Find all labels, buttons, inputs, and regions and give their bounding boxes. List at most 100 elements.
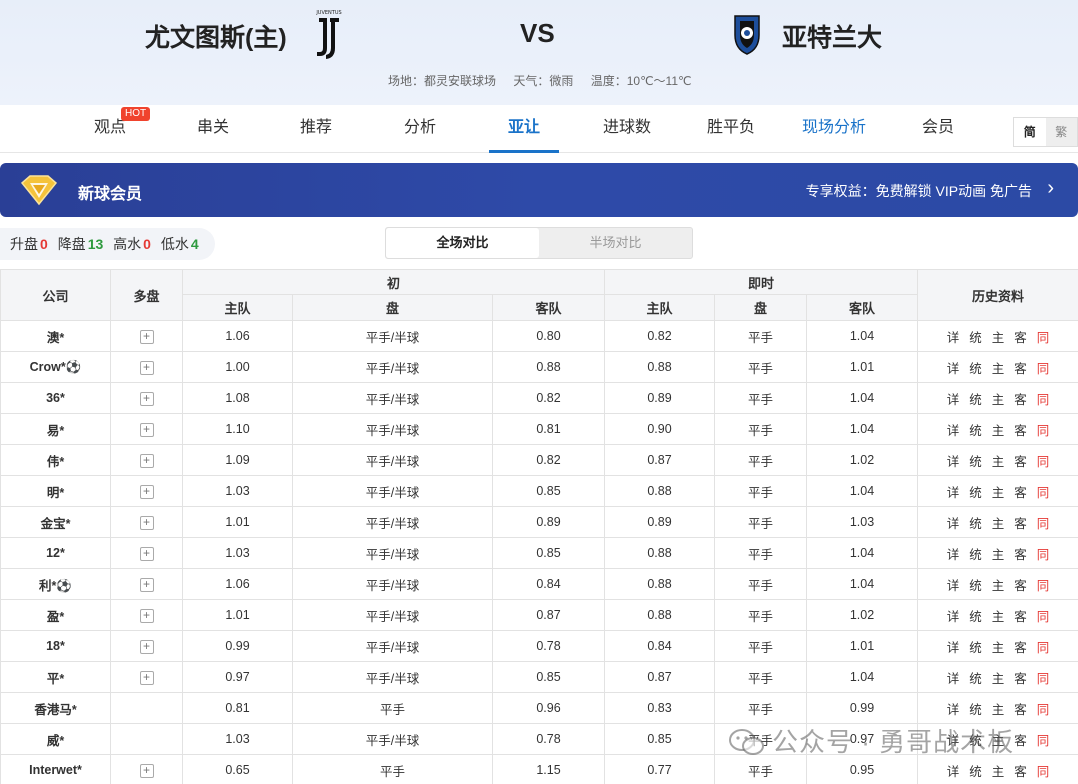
history-same-link[interactable]: 同 xyxy=(1037,606,1050,625)
company-cell[interactable]: 36* xyxy=(0,382,111,414)
history-home-link[interactable]: 主 xyxy=(992,513,1005,532)
half-time-compare-button[interactable]: 半场对比 xyxy=(539,228,692,258)
lang-traditional-button[interactable]: 繁 xyxy=(1045,118,1077,146)
tab-live-analysis[interactable]: 现场分析 xyxy=(794,105,874,153)
history-same-link[interactable]: 同 xyxy=(1037,575,1050,594)
history-stats-link[interactable]: 统 xyxy=(969,482,982,501)
company-cell[interactable]: 金宝* xyxy=(0,506,111,538)
history-stats-link[interactable]: 统 xyxy=(969,420,982,439)
history-stats-link[interactable]: 统 xyxy=(969,637,982,656)
history-away-link[interactable]: 客 xyxy=(1014,482,1027,501)
history-same-link[interactable]: 同 xyxy=(1037,699,1050,718)
company-cell[interactable]: 威* xyxy=(0,723,111,755)
expand-plus-icon[interactable]: + xyxy=(139,639,154,654)
tab-goals[interactable]: 进球数 xyxy=(592,105,662,153)
tab-member[interactable]: 会员 xyxy=(908,105,968,153)
vip-banner[interactable]: 新球会员 专享权益：免费解锁 VIP动画 免广告 › xyxy=(0,163,1078,217)
history-away-link[interactable]: 客 xyxy=(1014,451,1027,470)
company-cell[interactable]: Crow*⚽ xyxy=(0,351,111,383)
history-same-link[interactable]: 同 xyxy=(1037,544,1050,563)
expand-plus-icon[interactable]: + xyxy=(139,670,154,685)
history-detail-link[interactable]: 详 xyxy=(947,358,960,377)
history-same-link[interactable]: 同 xyxy=(1037,761,1050,780)
history-home-link[interactable]: 主 xyxy=(992,482,1005,501)
history-detail-link[interactable]: 详 xyxy=(947,327,960,346)
company-cell[interactable]: 利*⚽ xyxy=(0,568,111,600)
history-stats-link[interactable]: 统 xyxy=(969,451,982,470)
company-cell[interactable]: 明* xyxy=(0,475,111,507)
history-detail-link[interactable]: 详 xyxy=(947,420,960,439)
history-home-link[interactable]: 主 xyxy=(992,327,1005,346)
history-away-link[interactable]: 客 xyxy=(1014,730,1027,749)
history-stats-link[interactable]: 统 xyxy=(969,761,982,780)
history-detail-link[interactable]: 详 xyxy=(947,761,960,780)
history-same-link[interactable]: 同 xyxy=(1037,327,1050,346)
history-same-link[interactable]: 同 xyxy=(1037,637,1050,656)
history-home-link[interactable]: 主 xyxy=(992,699,1005,718)
expand-plus-icon[interactable]: + xyxy=(139,546,154,561)
history-detail-link[interactable]: 详 xyxy=(947,451,960,470)
expand-plus-icon[interactable]: + xyxy=(139,329,154,344)
history-stats-link[interactable]: 统 xyxy=(969,389,982,408)
expand-plus-icon[interactable]: + xyxy=(139,608,154,623)
history-same-link[interactable]: 同 xyxy=(1037,358,1050,377)
history-away-link[interactable]: 客 xyxy=(1014,699,1027,718)
history-away-link[interactable]: 客 xyxy=(1014,668,1027,687)
history-home-link[interactable]: 主 xyxy=(992,420,1005,439)
history-away-link[interactable]: 客 xyxy=(1014,513,1027,532)
history-home-link[interactable]: 主 xyxy=(992,637,1005,656)
history-home-link[interactable]: 主 xyxy=(992,668,1005,687)
expand-plus-icon[interactable]: + xyxy=(139,360,154,375)
company-cell[interactable]: 伟* xyxy=(0,444,111,476)
history-away-link[interactable]: 客 xyxy=(1014,761,1027,780)
history-same-link[interactable]: 同 xyxy=(1037,668,1050,687)
company-cell[interactable]: 18* xyxy=(0,630,111,662)
tab-recommend[interactable]: 推荐 xyxy=(286,105,346,153)
expand-plus-icon[interactable]: + xyxy=(139,391,154,406)
history-same-link[interactable]: 同 xyxy=(1037,420,1050,439)
expand-plus-icon[interactable]: + xyxy=(139,422,154,437)
home-team-name[interactable]: 尤文图斯(主) xyxy=(145,18,287,54)
tab-parlay[interactable]: 串关 xyxy=(183,105,243,153)
history-away-link[interactable]: 客 xyxy=(1014,389,1027,408)
history-home-link[interactable]: 主 xyxy=(992,761,1005,780)
history-home-link[interactable]: 主 xyxy=(992,358,1005,377)
history-same-link[interactable]: 同 xyxy=(1037,389,1050,408)
history-away-link[interactable]: 客 xyxy=(1014,606,1027,625)
history-stats-link[interactable]: 统 xyxy=(969,513,982,532)
expand-plus-icon[interactable]: + xyxy=(139,484,154,499)
history-detail-link[interactable]: 详 xyxy=(947,482,960,501)
company-cell[interactable]: 平* xyxy=(0,661,111,693)
expand-plus-icon[interactable]: + xyxy=(139,453,154,468)
expand-plus-icon[interactable]: + xyxy=(139,515,154,530)
history-home-link[interactable]: 主 xyxy=(992,606,1005,625)
history-away-link[interactable]: 客 xyxy=(1014,420,1027,439)
history-away-link[interactable]: 客 xyxy=(1014,358,1027,377)
expand-plus-icon[interactable]: + xyxy=(139,763,154,778)
history-same-link[interactable]: 同 xyxy=(1037,513,1050,532)
history-home-link[interactable]: 主 xyxy=(992,544,1005,563)
history-detail-link[interactable]: 详 xyxy=(947,513,960,532)
history-stats-link[interactable]: 统 xyxy=(969,575,982,594)
away-team-name[interactable]: 亚特兰大 xyxy=(782,18,882,54)
history-stats-link[interactable]: 统 xyxy=(969,606,982,625)
lang-simplified-button[interactable]: 简 xyxy=(1014,118,1046,146)
history-same-link[interactable]: 同 xyxy=(1037,730,1050,749)
history-same-link[interactable]: 同 xyxy=(1037,482,1050,501)
history-stats-link[interactable]: 统 xyxy=(969,327,982,346)
history-home-link[interactable]: 主 xyxy=(992,575,1005,594)
history-home-link[interactable]: 主 xyxy=(992,389,1005,408)
history-away-link[interactable]: 客 xyxy=(1014,327,1027,346)
history-detail-link[interactable]: 详 xyxy=(947,389,960,408)
history-detail-link[interactable]: 详 xyxy=(947,668,960,687)
tab-asian-handicap[interactable]: 亚让 xyxy=(489,105,559,153)
history-home-link[interactable]: 主 xyxy=(992,451,1005,470)
tab-1x2[interactable]: 胜平负 xyxy=(696,105,766,153)
history-detail-link[interactable]: 详 xyxy=(947,699,960,718)
history-stats-link[interactable]: 统 xyxy=(969,699,982,718)
company-cell[interactable]: 12* xyxy=(0,537,111,569)
company-cell[interactable]: Interwet* xyxy=(0,754,111,784)
history-same-link[interactable]: 同 xyxy=(1037,451,1050,470)
history-away-link[interactable]: 客 xyxy=(1014,637,1027,656)
expand-plus-icon[interactable]: + xyxy=(139,577,154,592)
